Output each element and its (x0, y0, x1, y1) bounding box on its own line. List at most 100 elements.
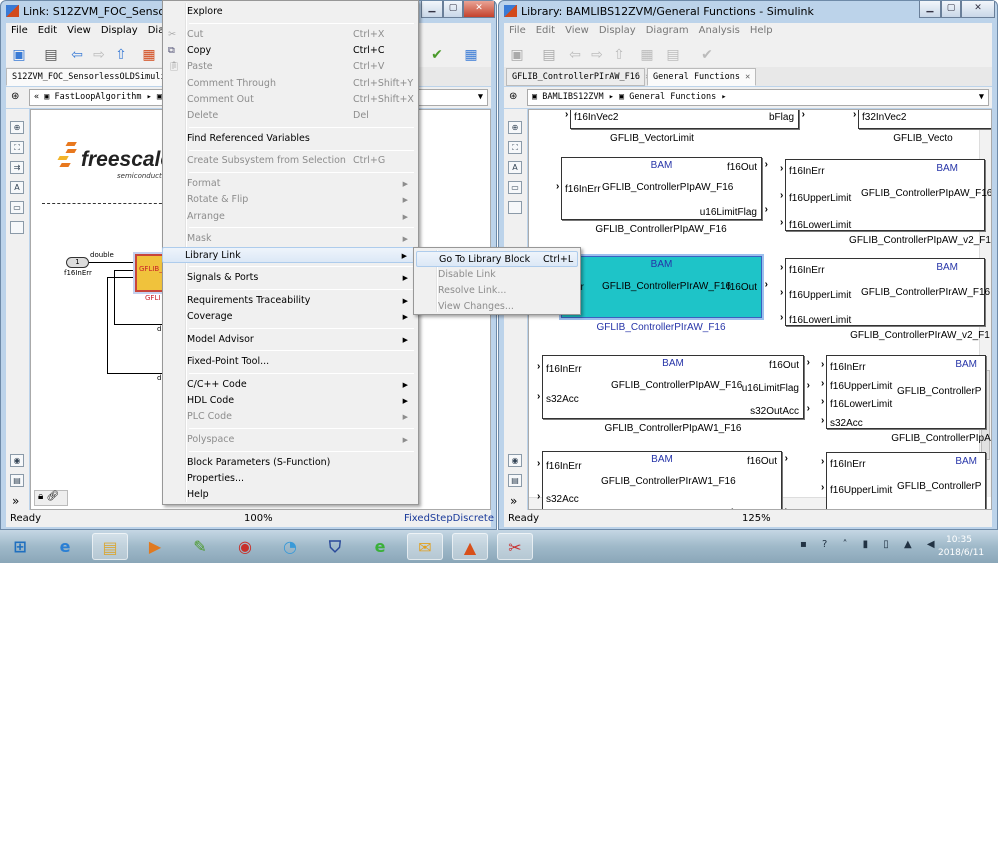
menu-item-requirements-traceability[interactable]: Requirements Traceability ▶ (165, 293, 416, 309)
menu-item-hdl-code[interactable]: HDL Code ▶ (165, 393, 416, 409)
submenu-item-go-to-library-block[interactable]: Go To Library Block Ctrl+L (416, 251, 578, 267)
menu-item-plc-code[interactable]: PLC Code ▶ (165, 409, 416, 425)
properties-icon[interactable]: ▤ (508, 474, 522, 487)
menu-item-c-c-code[interactable]: C/C++ Code ▶ (165, 377, 416, 393)
ie-green-icon[interactable]: e (362, 533, 398, 560)
library-block-gflib-controllerpipaw-v2-f1[interactable]: BAM GFLIB_ControllerPIpAW_F16 f16InErr › f16… (780, 159, 991, 231)
breadcrumb-item[interactable]: FastLoopAlgorithm (54, 92, 141, 102)
submenu-item-disable-link[interactable]: Disable Link (416, 267, 578, 283)
menu-item-comment-through[interactable]: Comment Through Ctrl+Shift+Y (165, 76, 416, 92)
menu-item-explore[interactable]: Explore (165, 4, 416, 20)
area-icon[interactable] (508, 201, 522, 214)
submenu-item-view-changes[interactable]: View Changes... (416, 299, 578, 315)
model-browser-icon[interactable]: ▦ (638, 46, 656, 64)
chevron-down-icon[interactable]: ▼ (478, 92, 483, 102)
fit-view-icon[interactable]: ⛶ (10, 141, 24, 154)
menu-item-polyspace[interactable]: Polyspace ▶ (165, 432, 416, 448)
library-block-gflib-controllerpiraw1-f16[interactable]: BAM GFLIB_ControllerPIrAW1_F16 f16InErr › s3… (537, 451, 788, 509)
menu-item-properties[interactable]: Properties... (165, 471, 416, 487)
forward-arrow-icon[interactable]: ⇨ (588, 46, 606, 64)
breadcrumb-item[interactable]: BAMLIBS12ZVM (542, 92, 603, 102)
menu-item-comment-out[interactable]: Comment Out Ctrl+Shift+X (165, 92, 416, 108)
menu-item-fixed-point-tool[interactable]: Fixed-Point Tool... (165, 354, 416, 370)
menu-item-rotate-flip[interactable]: Rotate & Flip ▶ (165, 192, 416, 208)
clock-date[interactable]: 2018/6/11 (938, 548, 984, 558)
tab-controller-pirAW[interactable]: GFLIB_ControllerPIrAW_F16 ✕ (506, 68, 650, 86)
annotation-icon[interactable]: A (508, 161, 522, 174)
library-block-gflib-controllerpipaw-f16[interactable]: BAM GFLIB_ControllerPIpAW_F16 f16InErr › f16… (556, 157, 768, 220)
minimize-button[interactable]: ▁ (919, 1, 941, 18)
inport-block[interactable]: 1 (66, 257, 89, 268)
menu-item-block-parameters-s-function[interactable]: Block Parameters (S-Function) (165, 455, 416, 471)
zoom-icon[interactable]: ⊕ (10, 121, 24, 134)
chevron-down-icon[interactable]: ▼ (979, 92, 984, 102)
library-block-gflib-controllerpipaw1-f16[interactable]: BAM GFLIB_ControllerPIpAW_F16 f16InErr › s32… (537, 355, 810, 419)
tab-general-functions[interactable]: General Functions ✕ (647, 68, 756, 86)
check-icon[interactable]: ✔ (428, 46, 446, 64)
camera-icon[interactable]: ◉ (10, 454, 24, 467)
expand-icon[interactable]: » (510, 494, 517, 508)
library-block-gflib-vecto[interactable]: f32InVec2 › (853, 110, 991, 129)
library-block-gflib-controllerpiraw-v2-f1[interactable]: BAM GFLIB_ControllerPIrAW_F16 f16InErr › f16… (780, 258, 990, 326)
menu-item-model-advisor[interactable]: Model Advisor ▶ (165, 332, 416, 348)
notepad-icon[interactable]: ✎ (182, 533, 218, 560)
zoom-icon[interactable]: ⊕ (508, 121, 522, 134)
outlook-icon[interactable]: ✉ (407, 533, 443, 560)
check-icon[interactable]: ✔ (698, 46, 716, 64)
menu-display[interactable]: Display (96, 23, 143, 38)
media-player-icon[interactable]: ▶ (137, 533, 173, 560)
matlab-icon[interactable]: ▲ (452, 533, 488, 560)
library-block-gflib-controllerpiraw-f16[interactable]: BAMGFLIB_ControllerPIrAW_F16nErr›f16Out› (556, 256, 768, 318)
submenu-item-resolve-link[interactable]: Resolve Link... (416, 283, 578, 299)
grid-icon[interactable]: ▦ (462, 46, 480, 64)
library-block-gflib-controllerpipa[interactable]: BAM GFLIB_ControllerP f16InErr › f16UpperLim… (821, 355, 986, 429)
breadcrumb-item[interactable]: General Functions (629, 92, 716, 102)
minimize-button[interactable]: ▁ (421, 1, 443, 18)
save-icon[interactable]: ▤ (42, 46, 60, 64)
forward-arrow-icon[interactable]: ⇨ (90, 46, 108, 64)
menu-edit[interactable]: Edit (33, 23, 62, 38)
library-canvas[interactable]: f16InVec2 › bFlag › GFLIB_VectorLimit f32InVe… (528, 109, 992, 510)
menu-item-signals-ports[interactable]: Signals & Ports ▶ (165, 270, 416, 286)
maximize-button[interactable]: ▢ (443, 1, 463, 18)
lock-icon[interactable]: 🔒︎ 🔗︎ (34, 490, 68, 506)
menu-display[interactable]: Display (594, 23, 641, 38)
solver-link[interactable]: FixedStepDiscrete (404, 513, 494, 524)
image-icon[interactable]: ▭ (508, 181, 522, 194)
expand-icon[interactable]: » (12, 494, 19, 508)
menu-item-help[interactable]: Help (165, 487, 416, 503)
library-block-gflib-controllerp[interactable]: BAM GFLIB_ControllerP f16InErr › f16UpperLim… (821, 452, 986, 509)
internet-explorer-icon[interactable]: e (47, 533, 83, 560)
back-arrow-icon[interactable]: ⇦ (566, 46, 584, 64)
menu-file[interactable]: File (504, 23, 531, 38)
menu-item-coverage[interactable]: Coverage ▶ (165, 309, 416, 325)
annotation-icon[interactable]: A (10, 181, 24, 194)
hide-browser-icon[interactable]: ⊛ (11, 91, 19, 102)
camera-icon[interactable]: ◉ (508, 454, 522, 467)
menu-view[interactable]: View (560, 23, 594, 38)
library-browser-icon[interactable]: ▤ (664, 46, 682, 64)
start-icon[interactable]: ⊞ (2, 533, 38, 560)
menu-item-delete[interactable]: Delete Del (165, 108, 416, 124)
menu-help[interactable]: Help (745, 23, 778, 38)
menu-diagram[interactable]: Diagram (641, 23, 694, 38)
up-arrow-icon[interactable]: ⇧ (610, 46, 628, 64)
save-icon[interactable]: ▤ (540, 46, 558, 64)
menu-item-library-link[interactable]: Library Link ▶ (162, 247, 416, 264)
properties-icon[interactable]: ▤ (10, 474, 24, 487)
menu-item-find-referenced-variables[interactable]: Find Referenced Variables (165, 131, 416, 147)
menu-edit[interactable]: Edit (531, 23, 560, 38)
model-browser-icon[interactable]: ▦ (140, 46, 158, 64)
chrome-icon[interactable]: ◉ (227, 533, 263, 560)
browser-icon[interactable]: ◔ (272, 533, 308, 560)
file-explorer-icon[interactable]: ▤ (92, 533, 128, 560)
up-arrow-icon[interactable]: ⇧ (112, 46, 130, 64)
menu-item-mask[interactable]: Mask ▶ (165, 231, 416, 247)
snipping-tool-icon[interactable]: ✂ (497, 533, 533, 560)
menu-item-create-subsystem-from-selection[interactable]: Create Subsystem from Selection Ctrl+G (165, 153, 416, 169)
close-button[interactable]: ✕ (463, 1, 495, 18)
clock-time[interactable]: 10:35 (946, 535, 972, 545)
linked-block[interactable]: GFLIB_ (135, 254, 165, 292)
menu-item-cut[interactable]: Cut ✂ Ctrl+X (165, 27, 416, 43)
maximize-button[interactable]: ▢ (941, 1, 961, 18)
